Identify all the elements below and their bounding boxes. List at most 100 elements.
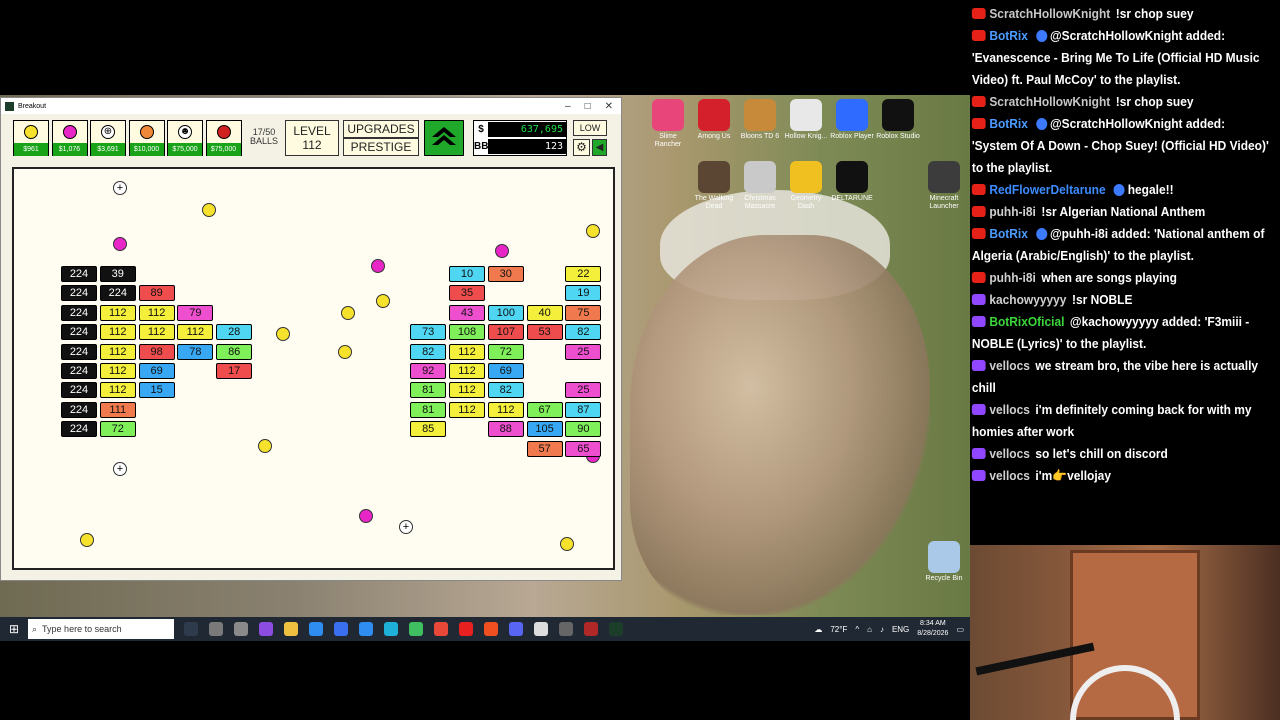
brick: 92 xyxy=(410,363,447,379)
discord-icon[interactable] xyxy=(509,622,523,636)
app-icon[interactable] xyxy=(234,622,248,636)
webcam-feed xyxy=(970,545,1280,720)
drive-icon[interactable] xyxy=(409,622,423,636)
verified-badge-icon xyxy=(1036,228,1048,240)
chat-username[interactable]: BotRix xyxy=(989,116,1028,131)
brick: 75 xyxy=(565,304,602,321)
desktop-icon-roblox-studio[interactable]: Roblox Studio xyxy=(876,99,920,141)
bloons-td6-icon xyxy=(744,99,776,131)
chat-username[interactable]: BotRix xyxy=(989,226,1028,241)
task-view-icon[interactable] xyxy=(184,622,198,636)
twitch-icon xyxy=(971,404,986,415)
upgrades-button[interactable]: UPGRADES xyxy=(343,120,419,138)
buy-red-ball-button[interactable]: $75,000 xyxy=(205,120,242,156)
app-icon[interactable] xyxy=(584,622,598,636)
brick: 69 xyxy=(138,363,175,379)
desktop-icon-hollow-knight[interactable]: Hollow Knig... xyxy=(784,99,828,141)
clock[interactable]: 8:34 AM 8/28/2026 xyxy=(917,619,948,639)
search-box[interactable]: ⌕ Type here to search xyxy=(28,619,174,639)
brick: 112 xyxy=(99,382,136,399)
chevron-up-icon[interactable]: ^ xyxy=(855,625,859,634)
chat-username[interactable]: vellocs xyxy=(989,446,1030,461)
chat-message: BotRix @ScratchHollowKnight added: 'Evane… xyxy=(970,25,1274,91)
desktop-icon-recycle-bin[interactable]: Recycle Bin xyxy=(922,541,966,583)
network-icon[interactable]: ⌂ xyxy=(867,625,872,634)
windows-start-icon[interactable]: ⊞ xyxy=(0,622,28,636)
play-field[interactable]: + + + 224 39 224 224 89 224 112 112 79 224 112 112 1… xyxy=(12,167,615,570)
desktop-icon-minecraft[interactable]: Minecraft Launcher xyxy=(922,161,966,211)
twitch-icon xyxy=(971,448,986,459)
desktop-icon-slime-rancher[interactable]: Slime Rancher xyxy=(646,99,690,149)
plus-ball-icon: ⊕ xyxy=(101,125,115,139)
chat-username[interactable]: puhh-i8i xyxy=(989,270,1036,285)
notification-icon[interactable]: ▭ xyxy=(956,625,964,634)
settings-icon[interactable] xyxy=(559,622,573,636)
buy-pink-ball-button[interactable]: $1,076 xyxy=(51,120,88,156)
desktop-icon-walking-dead[interactable]: The Walking Dead xyxy=(692,161,736,211)
chrome-icon[interactable] xyxy=(434,622,448,636)
desktop-icon-deltarune[interactable]: DELTARUNE xyxy=(830,161,874,203)
mail-icon[interactable] xyxy=(334,622,348,636)
gear-icon[interactable]: ⚙ xyxy=(573,139,590,156)
twitch-icon xyxy=(971,316,986,327)
desktop-icon-roblox-player[interactable]: Roblox Player xyxy=(830,99,874,141)
brick: 224 xyxy=(61,382,97,399)
store-icon[interactable] xyxy=(359,622,373,636)
close-icon[interactable]: ✕ xyxy=(605,101,613,112)
pink-ball-icon xyxy=(62,125,77,139)
geometry-dash-icon xyxy=(790,161,822,193)
chat-username[interactable]: kachowyyyyy xyxy=(989,292,1066,307)
yellow-ball xyxy=(276,327,290,341)
weather-temp[interactable]: 72°F xyxy=(830,625,847,634)
stream-layout: Slime Rancher Among Us Bloons TD 6 Hollow K… xyxy=(0,0,1280,720)
buy-plus-ball-button[interactable]: ⊕ $3,691 xyxy=(90,120,126,156)
desktop-icon-bloons-td6[interactable]: Bloons TD 6 xyxy=(738,99,782,141)
app-icon[interactable] xyxy=(259,622,273,636)
buy-skull-ball-button[interactable]: ☻ $75,000 xyxy=(167,120,203,156)
volume-icon[interactable]: ♪ xyxy=(880,625,884,634)
chat-username[interactable]: RedFlowerDeltarune xyxy=(989,182,1105,197)
app-icon[interactable] xyxy=(309,622,323,636)
reddit-icon[interactable] xyxy=(484,622,498,636)
chat-username[interactable]: vellocs xyxy=(989,358,1030,373)
language[interactable]: ENG xyxy=(892,625,909,634)
youtube-icon xyxy=(971,206,986,217)
prestige-button[interactable]: PRESTIGE xyxy=(343,138,419,156)
desktop-icon-christmas-massacre[interactable]: Christmas Massacre xyxy=(738,161,782,211)
buy-orange-ball-button[interactable]: $10,000 xyxy=(128,120,165,156)
brick: 81 xyxy=(410,382,447,399)
app-icon[interactable] xyxy=(209,622,223,636)
breakout-taskbar-icon[interactable] xyxy=(609,622,623,636)
minimize-icon[interactable]: – xyxy=(565,101,571,112)
speaker-icon[interactable]: ◀ xyxy=(592,139,607,156)
quality-toggle[interactable]: LOW xyxy=(573,120,607,136)
chat-username[interactable]: BotRix xyxy=(989,28,1028,43)
notepad-icon[interactable] xyxy=(534,622,548,636)
chat-username[interactable]: vellocs xyxy=(989,402,1030,417)
chat-username[interactable]: BotRixOficial xyxy=(989,314,1064,329)
red-ball-icon xyxy=(216,125,231,139)
search-placeholder: Type here to search xyxy=(42,624,122,634)
desktop-icon-among-us[interactable]: Among Us xyxy=(692,99,736,141)
youtube-icon[interactable] xyxy=(459,622,473,636)
brick: 89 xyxy=(138,285,175,302)
rank-up-icon[interactable] xyxy=(424,120,464,156)
brick: 79 xyxy=(177,304,214,321)
chat-username[interactable]: vellocs xyxy=(989,468,1030,483)
file-explorer-icon[interactable] xyxy=(284,622,298,636)
chat-username[interactable]: puhh-i8i xyxy=(989,204,1036,219)
brick: 112 xyxy=(449,363,485,379)
chat-username[interactable]: ScratchHollowKnight xyxy=(989,94,1110,109)
window-titlebar: Breakout – □ ✕ xyxy=(1,98,621,114)
weather-icon[interactable]: ☁ xyxy=(814,625,822,634)
chat-username[interactable]: ScratchHollowKnight xyxy=(989,6,1110,21)
taskbar: ⊞ ⌕ Type here to search ☁ 72°F ^ ⌂ ♪ ENG… xyxy=(0,617,970,641)
brick: 78 xyxy=(177,343,214,360)
desktop-icon-geometry-dash[interactable]: Geometry Dash xyxy=(784,161,828,211)
brick: 105 xyxy=(526,421,563,438)
app-icon xyxy=(5,101,14,111)
edge-icon[interactable] xyxy=(384,622,398,636)
maximize-icon[interactable]: □ xyxy=(585,101,591,112)
buy-yellow-ball-button[interactable]: $961 xyxy=(13,120,49,156)
brick: 112 xyxy=(99,304,136,321)
